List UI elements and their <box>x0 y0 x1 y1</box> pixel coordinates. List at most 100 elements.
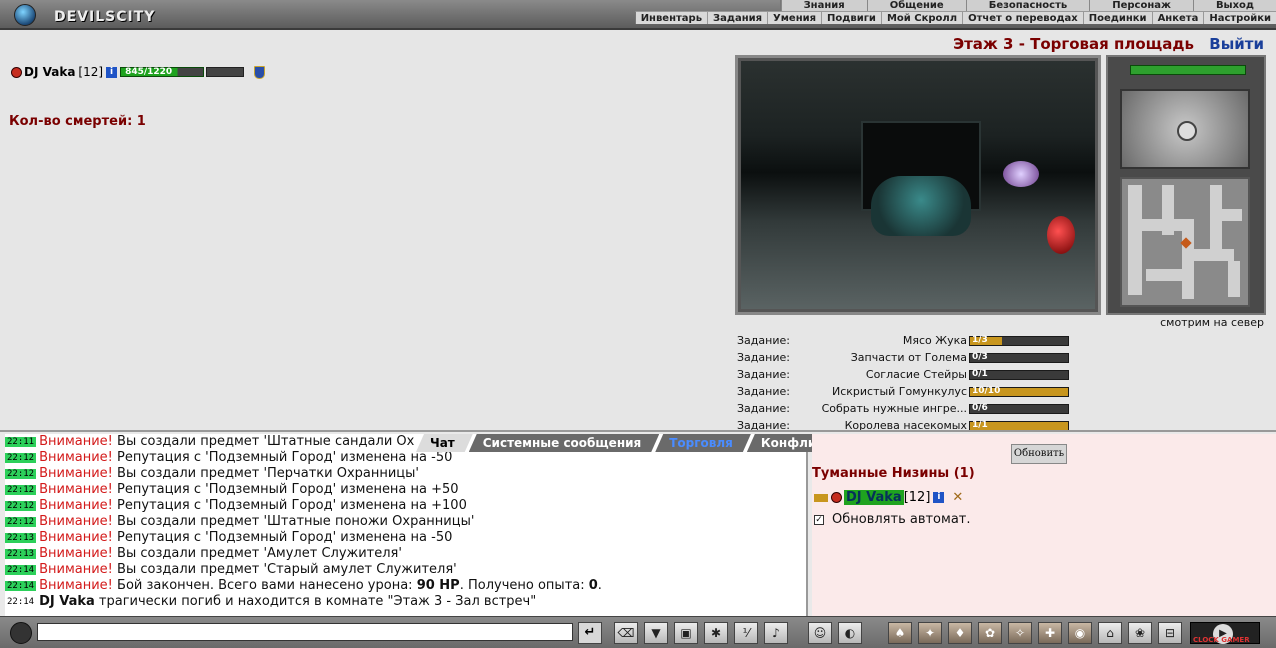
auto-refresh[interactable]: ✓ Обновлять автомат. <box>814 512 971 527</box>
chat-time: 22:14 <box>7 597 35 607</box>
submenu-skills[interactable]: Умения <box>767 12 821 24</box>
spell-6-icon[interactable]: ◉ <box>1068 622 1092 644</box>
quest-list: Задание: Мясо Жука 1/3 Задание: Запчасти … <box>737 332 1073 434</box>
submenu-achievements[interactable]: Подвиги <box>821 12 881 24</box>
chat-log[interactable]: 22:11 Внимание! Вы создали предмет 'Штатн… <box>5 434 808 616</box>
exit-door-icon[interactable]: ⊟ <box>1158 622 1182 644</box>
music-icon[interactable]: ♪ <box>764 622 788 644</box>
chat-input[interactable] <box>37 623 573 641</box>
submenu-transfers-report[interactable]: Отчет о переводах <box>962 12 1083 24</box>
send-button[interactable]: ↵ <box>578 622 602 644</box>
filter-icon[interactable]: ▼ <box>644 622 668 644</box>
nav-hp-bar <box>1130 65 1246 75</box>
player-level: [12] <box>78 65 104 79</box>
submenu-profile[interactable]: Анкета <box>1151 12 1204 24</box>
spell-7-icon[interactable]: ⌂ <box>1098 622 1122 644</box>
submenu-inventory[interactable]: Инвентарь <box>636 12 707 24</box>
potion-icon[interactable]: ♦ <box>948 622 972 644</box>
quest-row[interactable]: Задание: Искристый Гомункулус 10/10 <box>737 383 1073 400</box>
menu-social[interactable]: Общение <box>866 0 966 11</box>
chat-time: 22:12 <box>5 453 37 463</box>
chat-text: Репутация с 'Подземный Город' изменена н… <box>112 530 453 545</box>
quest-name[interactable]: Запчасти от Голема <box>817 351 969 364</box>
submenu-settings[interactable]: Настройки <box>1203 12 1276 24</box>
clock-widget[interactable]: ▶ CLOCK GAMER <box>1190 622 1260 644</box>
quest-name[interactable]: Искристый Гомункулус <box>817 385 969 398</box>
hp-text: 845/1220 <box>125 67 173 77</box>
main-area: DJ Vaka [12] i 845/1220 Кол-во смертей: … <box>0 30 1276 432</box>
avatar[interactable] <box>10 622 32 644</box>
tab-system-messages[interactable]: Системные сообщения <box>469 434 659 452</box>
clan-shield-icon[interactable] <box>254 65 266 79</box>
tab-chat[interactable]: Чат <box>416 434 473 452</box>
view-direction: смотрим на север <box>1160 316 1264 329</box>
info-icon[interactable]: i <box>933 492 945 503</box>
spell-5-icon[interactable]: ✚ <box>1038 622 1062 644</box>
creature-sprite[interactable] <box>1003 161 1039 187</box>
submenu-duels[interactable]: Поединки <box>1082 12 1152 24</box>
chat-text: Вы создали предмет 'Штатные поножи Охран… <box>112 514 475 529</box>
member-name[interactable]: DJ Vaka <box>844 490 904 505</box>
smiley-icon[interactable]: ☺ <box>808 622 832 644</box>
quest-name[interactable]: Согласие Стейры <box>817 368 969 381</box>
submenu-quests[interactable]: Задания <box>707 12 767 24</box>
chat-player-name[interactable]: DJ Vaka <box>39 594 95 609</box>
quest-label: Задание: <box>737 385 790 398</box>
red-orb-sprite[interactable] <box>1047 216 1075 254</box>
quest-row[interactable]: Задание: Согласие Стейры 0/1 <box>737 366 1073 383</box>
eraser-icon[interactable]: ⌫ <box>614 622 638 644</box>
quest-progress-text: 1/3 <box>972 334 988 345</box>
spell-1-icon[interactable]: ♠ <box>888 622 912 644</box>
minimap <box>1120 177 1250 307</box>
exit-link[interactable]: Выйти <box>1209 35 1264 53</box>
spell-3-icon[interactable]: ✿ <box>978 622 1002 644</box>
auto-refresh-checkbox[interactable]: ✓ <box>814 514 824 525</box>
deaths-count: Кол-во смертей: 1 <box>9 114 146 129</box>
compass[interactable] <box>1120 89 1250 169</box>
turn-icon[interactable] <box>1177 121 1197 141</box>
quest-row[interactable]: Задание: Мясо Жука 1/3 <box>737 332 1073 349</box>
quest-name[interactable]: Мясо Жука <box>817 334 969 347</box>
spell-8-icon[interactable]: ❀ <box>1128 622 1152 644</box>
chat-text: Вы создали предмет 'Перчатки Охранницы' <box>112 466 419 481</box>
spell-4-icon[interactable]: ✧ <box>1008 622 1032 644</box>
game-view[interactable] <box>735 55 1101 315</box>
dungeon-scene <box>741 61 1095 309</box>
helmet-icon[interactable]: ◐ <box>838 622 862 644</box>
action-arrow-icon[interactable] <box>814 493 828 502</box>
left-panel: DJ Vaka [12] i 845/1220 Кол-во смертей: … <box>5 35 725 430</box>
run-icon[interactable]: ✱ <box>704 622 728 644</box>
menu-knowledge[interactable]: Знания <box>780 0 867 11</box>
menu-security[interactable]: Безопасность <box>965 0 1090 11</box>
chat-time: 22:12 <box>5 485 37 495</box>
chat-text: . <box>597 578 602 593</box>
game-logo[interactable]: DEVILSCITY <box>8 2 188 28</box>
submenu-my-scroll[interactable]: Мой Скролл <box>880 12 962 24</box>
quest-row[interactable]: Задание: Запчасти от Голема 0/3 <box>737 349 1073 366</box>
translit-icon[interactable]: ⅟ <box>734 622 758 644</box>
attack-icon[interactable]: ✕ <box>952 490 963 505</box>
chat-warning: Внимание! <box>39 498 113 513</box>
member-level: [12] <box>903 490 931 505</box>
chat-message: 22:14 Внимание! Бой закончен. Всего вами … <box>5 578 806 594</box>
skull-icon <box>11 66 22 78</box>
quest-progress-bar: 0/1 <box>969 369 1069 380</box>
save-icon[interactable]: ▣ <box>674 622 698 644</box>
chat-warning: Внимание! <box>39 578 113 593</box>
spell-2-icon[interactable]: ✦ <box>918 622 942 644</box>
chat-warning: Внимание! <box>39 434 113 449</box>
quest-name[interactable]: Собрать нужные ингре... <box>817 402 969 415</box>
chat-message: 22:12 Внимание! Репутация с 'Подземный Го… <box>5 482 806 498</box>
chat-time: 22:14 <box>5 565 37 575</box>
chat-text: Вы создали предмет 'Амулет Служителя' <box>112 546 402 561</box>
player-name[interactable]: DJ Vaka <box>24 65 75 79</box>
info-icon[interactable]: i <box>106 66 118 78</box>
menu-exit[interactable]: Выход <box>1192 0 1276 11</box>
tab-trade[interactable]: Торговля <box>655 434 751 452</box>
quest-progress-text: 1/1 <box>972 419 988 430</box>
menu-character[interactable]: Персонаж <box>1089 0 1193 11</box>
refresh-button[interactable]: Обновить <box>1011 444 1067 464</box>
quest-row[interactable]: Задание: Собрать нужные ингре... 0/6 <box>737 400 1073 417</box>
monster-sprite[interactable] <box>871 176 971 236</box>
hp-bar: 845/1220 <box>120 67 205 77</box>
